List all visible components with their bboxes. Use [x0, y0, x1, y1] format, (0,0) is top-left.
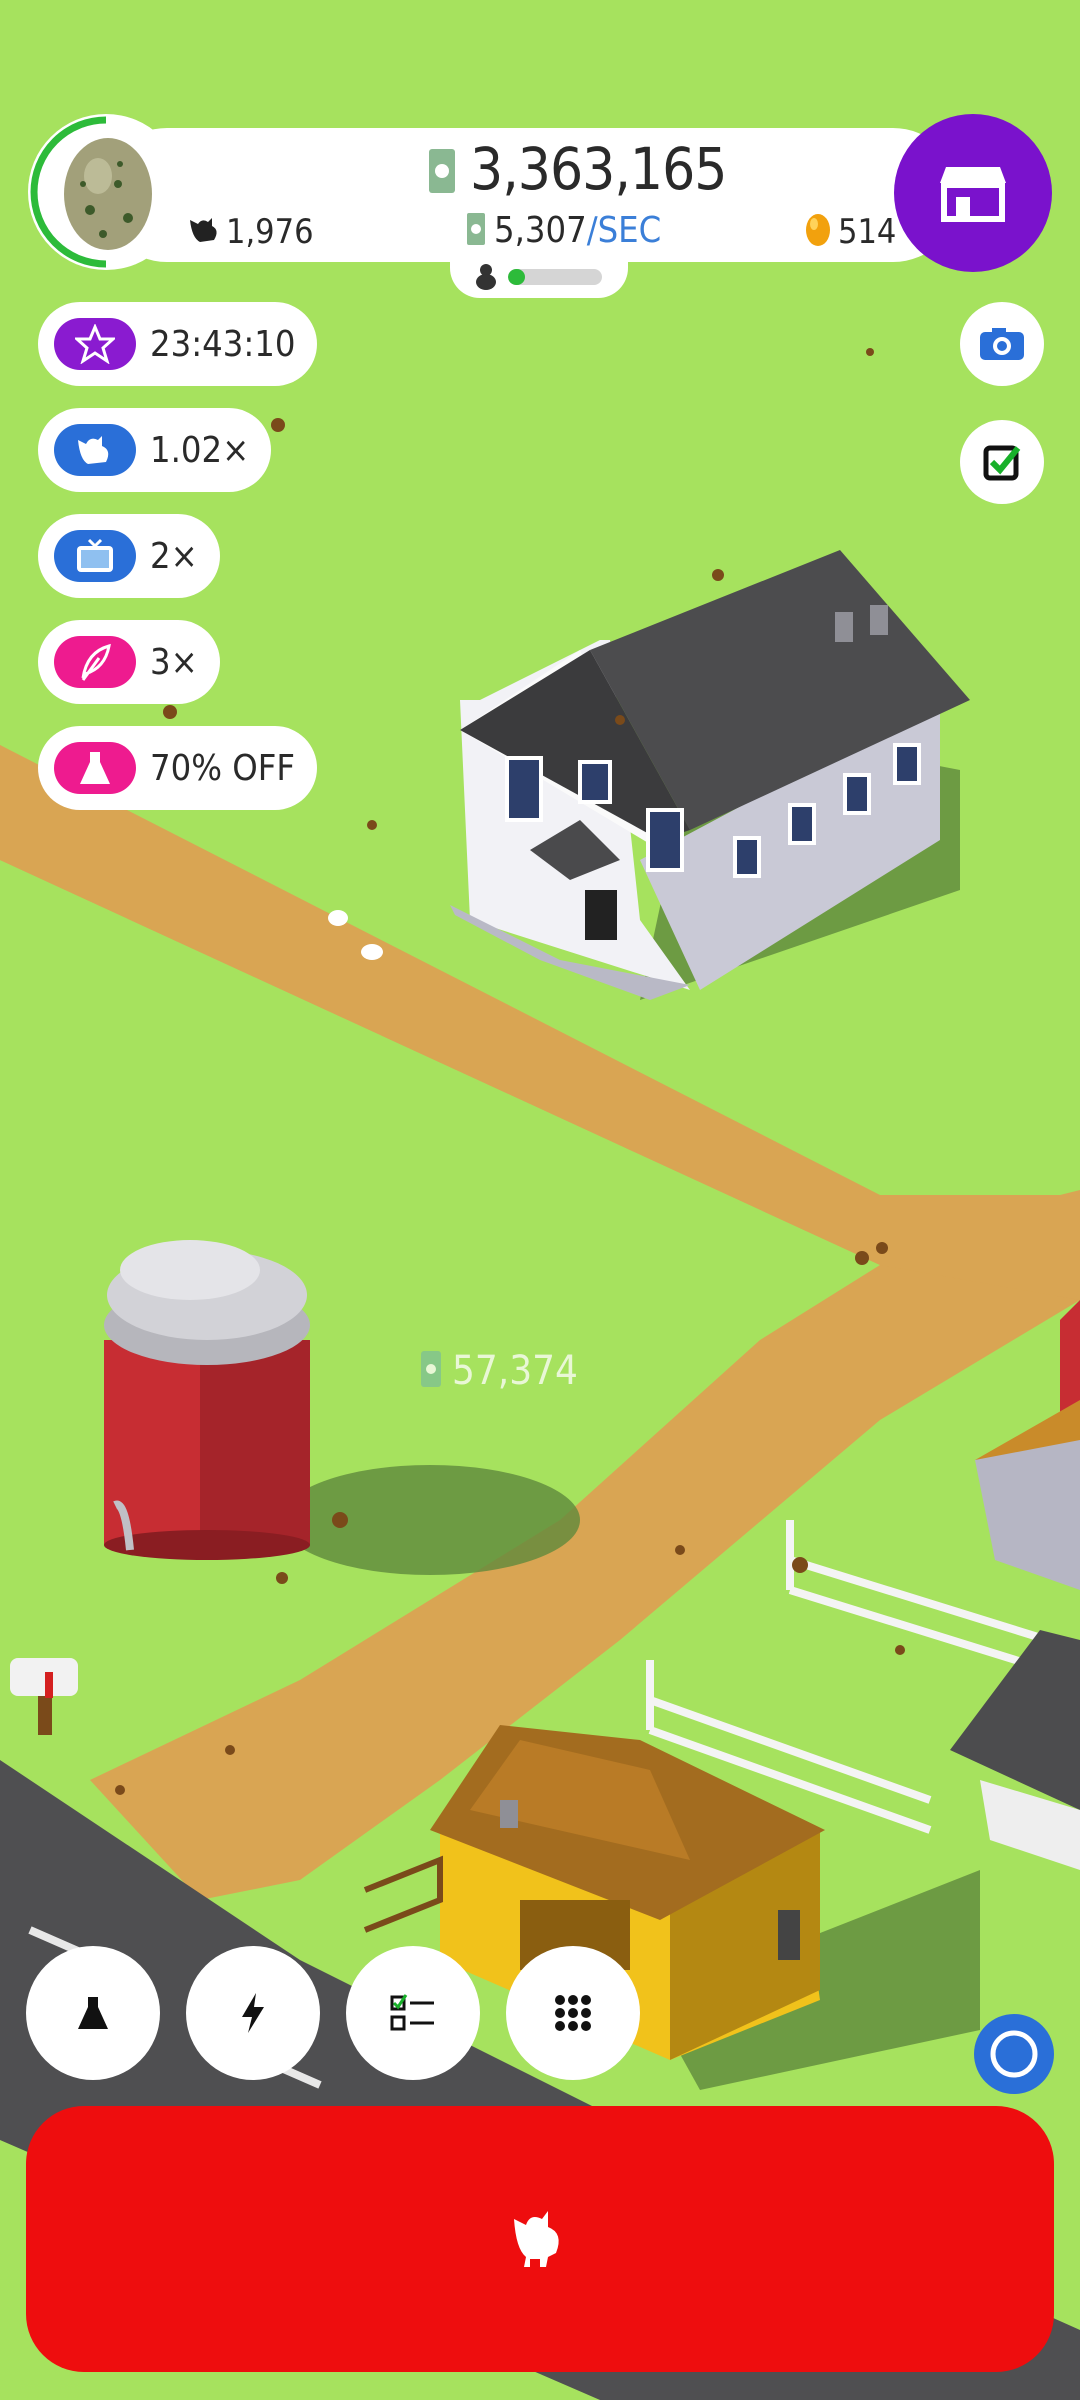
camera-button[interactable]	[960, 302, 1044, 386]
boost-pill-chicken[interactable]: 1.02×	[38, 408, 272, 492]
camera-icon	[980, 328, 1024, 360]
boost-button[interactable]	[186, 1946, 320, 2080]
boost-label: 23:43:10	[150, 323, 296, 365]
income-rate-unit: /SEC	[586, 210, 662, 251]
income-rate-value: 5,307	[494, 210, 587, 251]
flask-icon	[78, 1997, 108, 2029]
egg-progress-ring[interactable]	[28, 114, 184, 270]
tv-icon	[54, 530, 136, 582]
missions-button[interactable]	[346, 1946, 480, 2080]
floating-income: 57,374	[452, 1348, 578, 1394]
feather-icon	[54, 636, 136, 688]
money-amount: 3,363,165	[470, 135, 727, 203]
cash-icon	[467, 213, 485, 245]
chick-icon	[476, 264, 496, 290]
chicken-sprite	[361, 944, 383, 960]
farmhouse	[450, 550, 970, 1000]
income-rate: 5,307/SEC	[494, 210, 661, 251]
mailbox	[10, 1658, 78, 1735]
menu-grid-button[interactable]	[506, 1946, 640, 2080]
chicken-icon	[54, 424, 136, 476]
boost-pill-research[interactable]: 70% OFF	[38, 726, 318, 810]
star-icon	[54, 318, 136, 370]
chicken-sprite	[328, 910, 348, 926]
boost-pill-timer[interactable]: 23:43:10	[38, 302, 318, 386]
store-icon	[940, 167, 1006, 222]
golden-egg-icon	[806, 214, 830, 246]
chicken-icon	[190, 218, 217, 242]
chicken-icon	[514, 2211, 559, 2267]
boost-label: 2×	[150, 535, 198, 577]
chicken-count: 1,976	[226, 212, 314, 252]
hatch-progress-fill	[508, 269, 525, 285]
grid-icon	[555, 1995, 591, 2031]
cash-icon	[421, 1351, 441, 1387]
assistive-touch-button[interactable]	[974, 2014, 1054, 2094]
boost-label: 3×	[150, 641, 198, 683]
boost-label: 70% OFF	[150, 747, 296, 789]
lightning-icon	[242, 1993, 264, 2033]
boost-label: 1.02×	[150, 429, 250, 471]
checkbox-icon	[983, 445, 1021, 481]
boost-pill-tv[interactable]: 2×	[38, 514, 220, 598]
hatch-progress-bar	[508, 269, 602, 285]
shop-button[interactable]	[894, 114, 1052, 272]
ring-icon	[990, 2030, 1038, 2078]
research-button[interactable]	[26, 1946, 160, 2080]
egg-icon	[30, 116, 152, 268]
golden-egg-count: 514	[838, 212, 897, 252]
flask-icon	[54, 742, 136, 794]
checklist-icon	[390, 1994, 434, 2031]
hatch-chicken-button[interactable]	[26, 2106, 1054, 2372]
boost-pill-feather[interactable]: 3×	[38, 620, 220, 704]
tasks-button[interactable]	[960, 420, 1044, 504]
cash-icon	[429, 149, 455, 193]
